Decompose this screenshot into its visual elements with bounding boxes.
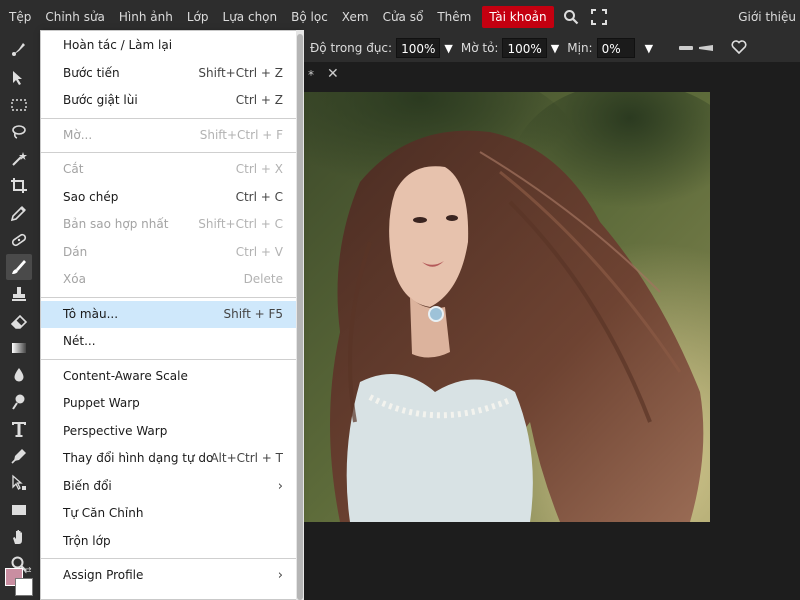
menu-layer[interactable]: Lớp bbox=[180, 6, 216, 28]
dodge-tool-icon[interactable] bbox=[6, 389, 32, 415]
menu-separator bbox=[41, 558, 297, 559]
background-color-swatch[interactable] bbox=[15, 578, 33, 596]
menu-item-clear: Xóa Delete bbox=[41, 266, 297, 294]
menu-bar: Tệp Chỉnh sửa Hình ảnh Lớp Lựa chọn Bộ l… bbox=[0, 0, 800, 34]
menu-item-content-aware-scale[interactable]: Content-Aware Scale bbox=[41, 363, 297, 391]
fullscreen-icon[interactable] bbox=[588, 6, 610, 28]
menu-edit[interactable]: Chỉnh sửa bbox=[38, 6, 112, 28]
lasso-tool-icon[interactable] bbox=[6, 119, 32, 145]
eraser-tool-icon[interactable] bbox=[6, 308, 32, 334]
menu-view[interactable]: Xem bbox=[335, 6, 376, 28]
menu-scrollbar-thumb[interactable] bbox=[297, 34, 303, 600]
shortcut-label: Ctrl + C bbox=[235, 189, 283, 204]
shape-tool-icon[interactable] bbox=[6, 497, 32, 523]
path-select-tool-icon[interactable] bbox=[6, 470, 32, 496]
menu-window[interactable]: Cửa sổ bbox=[376, 6, 431, 28]
menu-item-transform[interactable]: Biến đổi › bbox=[41, 473, 297, 501]
heart-icon[interactable] bbox=[731, 39, 747, 57]
menu-separator bbox=[41, 358, 297, 360]
hand-tool-icon[interactable] bbox=[6, 524, 32, 550]
gradient-tool-icon[interactable] bbox=[6, 335, 32, 361]
document-tab-row: * ✕ bbox=[300, 62, 800, 90]
menu-file[interactable]: Tệp bbox=[0, 6, 38, 28]
menu-separator bbox=[41, 117, 297, 119]
tool-panel bbox=[0, 34, 40, 600]
menu-item-paste: Dán Ctrl + V bbox=[41, 239, 297, 267]
type-tool-icon[interactable] bbox=[6, 416, 32, 442]
opacity-label: Độ trong đục: bbox=[310, 41, 393, 55]
crop-tool-icon[interactable] bbox=[6, 173, 32, 199]
menu-item-step-backward[interactable]: Bước giật lùi Ctrl + Z bbox=[41, 87, 297, 115]
smooth-input[interactable]: 0% bbox=[596, 38, 635, 58]
menu-item-free-transform[interactable]: Thay đổi hình dạng tự do Alt+Ctrl + T bbox=[41, 445, 297, 473]
pen-tool-icon[interactable] bbox=[6, 443, 32, 469]
shortcut-label: Shift+Ctrl + F bbox=[199, 127, 283, 142]
menu-item-puppet-warp[interactable]: Puppet Warp bbox=[41, 390, 297, 418]
brush-shape-icon-1[interactable] bbox=[679, 41, 695, 55]
brush-tool-icon[interactable] bbox=[6, 254, 32, 280]
menu-item-step-forward[interactable]: Bước tiến Shift+Ctrl + Z bbox=[41, 60, 297, 88]
magic-wand-tool-icon[interactable] bbox=[6, 146, 32, 172]
marquee-tool-icon[interactable] bbox=[6, 92, 32, 118]
menu-item-stroke[interactable]: Nét... bbox=[41, 328, 297, 356]
chevron-right-icon: › bbox=[277, 478, 283, 494]
menu-item-copy-merged: Bản sao hợp nhất Shift+Ctrl + C bbox=[41, 211, 297, 239]
move-tool-icon[interactable] bbox=[6, 65, 32, 91]
stamp-tool-icon[interactable] bbox=[6, 281, 32, 307]
menu-item-perspective-warp[interactable]: Perspective Warp bbox=[41, 418, 297, 446]
eyedropper-tool-icon[interactable] bbox=[6, 200, 32, 226]
shortcut-label: Ctrl + X bbox=[235, 162, 283, 176]
close-icon[interactable]: ✕ bbox=[327, 66, 339, 82]
swap-colors-icon[interactable]: ⇄ bbox=[24, 566, 32, 576]
opacity-input[interactable]: 100% bbox=[396, 38, 441, 58]
smooth-dropdown-icon[interactable]: ▼ bbox=[645, 42, 653, 55]
shortcut-label: Ctrl + V bbox=[235, 244, 283, 259]
color-swatches: ⇄ bbox=[3, 566, 37, 600]
menu-item-auto-align[interactable]: Tự Căn Chỉnh bbox=[41, 500, 297, 528]
shortcut-label: Ctrl + Z bbox=[235, 93, 283, 107]
menu-filter[interactable]: Bộ lọc bbox=[284, 6, 335, 28]
menu-item-blend-layers[interactable]: Trộn lớp bbox=[41, 528, 297, 556]
tab-modified-indicator: * bbox=[308, 68, 314, 82]
edit-menu-dropdown: Hoàn tác / Làm lại Bước tiến Shift+Ctrl +… bbox=[40, 30, 298, 600]
menu-item-cut: Cắt Ctrl + X bbox=[41, 156, 297, 184]
flow-label: Mờ tỏ: bbox=[460, 41, 499, 55]
menu-separator bbox=[41, 152, 297, 153]
smooth-label: Mịn: bbox=[567, 41, 593, 55]
options-bar: Độ trong đục: 100% ▼ Mờ tỏ: 100% ▼ Mịn: … bbox=[300, 34, 800, 62]
shortcut-label: Shift+Ctrl + Z bbox=[198, 65, 283, 80]
shortcut-label: Alt+Ctrl + T bbox=[210, 451, 283, 465]
blur-tool-icon[interactable] bbox=[6, 362, 32, 388]
menu-item-undo-redo[interactable]: Hoàn tác / Làm lại bbox=[41, 32, 297, 60]
shortcut-label: Shift+Ctrl + C bbox=[198, 217, 283, 231]
menu-separator bbox=[41, 296, 297, 298]
menu-item-assign-profile[interactable]: Assign Profile › bbox=[41, 562, 297, 590]
menu-about[interactable]: Giới thiệu bbox=[738, 0, 796, 34]
menu-image[interactable]: Hình ảnh bbox=[112, 6, 180, 28]
menu-select[interactable]: Lựa chọn bbox=[216, 6, 285, 28]
flow-input[interactable]: 100% bbox=[502, 38, 547, 58]
brush-shape-icon-2[interactable] bbox=[699, 41, 715, 55]
menu-item-fill[interactable]: Tô màu... Shift + F5 bbox=[41, 300, 297, 328]
healing-tool-icon[interactable] bbox=[6, 227, 32, 253]
menu-more[interactable]: Thêm bbox=[430, 6, 478, 28]
chevron-right-icon: › bbox=[277, 568, 283, 583]
account-button[interactable]: Tài khoản bbox=[482, 6, 554, 28]
shortcut-label: Delete bbox=[243, 272, 283, 286]
shortcut-label: Shift + F5 bbox=[223, 306, 284, 321]
search-icon[interactable] bbox=[560, 6, 582, 28]
pen-brush-logo-icon[interactable] bbox=[6, 36, 32, 62]
canvas-image[interactable] bbox=[300, 92, 710, 522]
menu-item-fade: Mờ... Shift+Ctrl + F bbox=[41, 122, 297, 150]
opacity-dropdown-icon[interactable]: ▼ bbox=[444, 42, 452, 55]
flow-dropdown-icon[interactable]: ▼ bbox=[551, 42, 559, 55]
menu-item-copy[interactable]: Sao chép Ctrl + C bbox=[41, 184, 297, 212]
